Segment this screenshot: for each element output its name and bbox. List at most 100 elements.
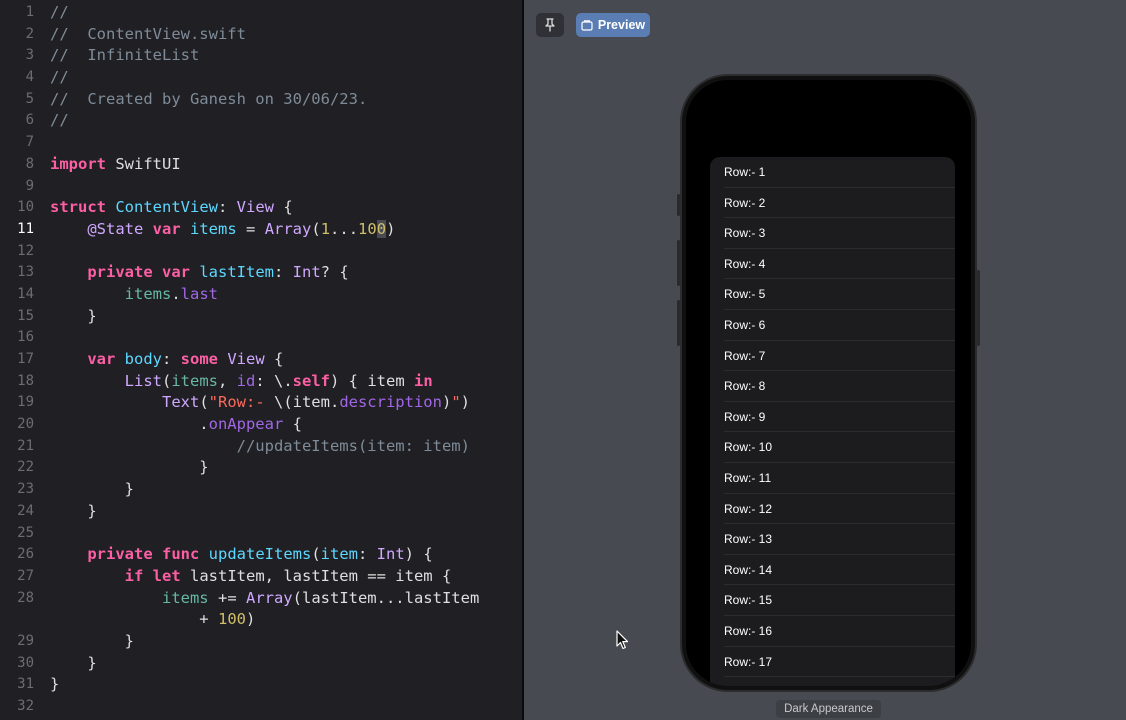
code-line[interactable]: 16 <box>0 327 522 349</box>
code-line[interactable]: 25 <box>0 523 522 545</box>
list-row[interactable]: Row:- 15 <box>710 585 955 616</box>
code-token: "Row:- <box>208 393 274 412</box>
list-row[interactable]: Row:- 1 <box>710 157 955 188</box>
code-line[interactable]: 32 <box>0 696 522 718</box>
code-line[interactable]: 18 List(items, id: \.self) { item in <box>0 371 522 393</box>
list-row[interactable]: Row:- 2 <box>710 188 955 219</box>
code-token: . <box>171 284 181 303</box>
code-token: private <box>87 545 153 564</box>
list-row[interactable]: Row:- 14 <box>710 555 955 586</box>
code-line[interactable]: 4 // <box>0 67 522 89</box>
code-text: Text("Row:- \(item.description)") <box>50 392 470 414</box>
line-number: 23 <box>17 481 34 498</box>
row-list[interactable]: Row:- 1 Row:- 2 Row:- 3 Row:- 4 Row:- 5 Row:-… <box>710 157 955 686</box>
pin-preview-button[interactable] <box>536 13 564 37</box>
line-number: 17 <box>17 351 34 367</box>
list-row[interactable]: Row:- 10 <box>710 432 955 463</box>
list-row[interactable]: Row:- 11 <box>710 463 955 494</box>
code-token: private <box>87 263 153 282</box>
mouse-cursor-icon <box>616 630 629 650</box>
list-row[interactable]: Row:- 13 <box>710 524 955 555</box>
code-line[interactable]: 5 // Created by Ganesh on 30/06/23. <box>0 89 522 111</box>
line-number: 29 <box>17 632 34 649</box>
code-token: 10 <box>358 219 377 238</box>
code-token: 1 <box>320 219 331 238</box>
code-token: : <box>218 198 237 217</box>
list-row[interactable]: Row:- 7 <box>710 341 955 372</box>
code-line[interactable]: 13 private var lastItem: Int? { <box>0 262 522 284</box>
code-text: items += Array(lastItem...lastItem <box>50 588 479 610</box>
list-row[interactable]: Row:- 3 <box>710 218 955 249</box>
code-text: var body: some View { <box>50 349 283 371</box>
appearance-label[interactable]: Dark Appearance <box>776 700 881 718</box>
line-number: 11 <box>17 220 34 237</box>
code-token: Text <box>161 393 200 412</box>
list-row[interactable]: Row:- 16 <box>710 616 955 647</box>
preview-mode-button[interactable]: Preview <box>576 13 650 37</box>
code-line[interactable]: 3 // InfiniteList <box>0 45 522 67</box>
code-line[interactable]: 24 } <box>0 501 522 523</box>
line-number: 30 <box>17 654 34 671</box>
code-line[interactable]: 19 Text("Row:- \(item.description)") <box>0 392 522 414</box>
code-line[interactable]: 11 @State var items = Array(1...100) <box>0 219 522 241</box>
list-row[interactable]: Row:- 17 <box>710 647 955 678</box>
code-line[interactable]: 22 } <box>0 457 522 479</box>
list-row[interactable]: Row:- 8 <box>710 371 955 402</box>
code-line[interactable]: 27 if let lastItem, lastItem == item { <box>0 566 522 588</box>
list-row[interactable]: Row:- 12 <box>710 494 955 525</box>
list-row[interactable]: Row:- 4 <box>710 249 955 280</box>
code-line[interactable]: 31} <box>0 674 522 696</box>
line-number: 7 <box>25 134 34 151</box>
code-text: private func updateItems(item: Int) { <box>50 544 433 566</box>
code-token: items <box>190 219 237 238</box>
code-line[interactable]: 29 } <box>0 631 522 653</box>
code-line[interactable]: 23 } <box>0 479 522 501</box>
code-line[interactable]: 17 var body: some View { <box>0 349 522 371</box>
code-line[interactable]: 15 } <box>0 306 522 328</box>
code-token: let <box>152 566 181 585</box>
code-text: if let lastItem, lastItem == item { <box>50 566 452 588</box>
code-line[interactable]: 6 // <box>0 110 522 132</box>
code-token: : <box>274 263 293 282</box>
code-line[interactable]: + 100) <box>0 609 522 631</box>
code-token: : <box>162 350 181 368</box>
code-token: Int <box>376 545 405 564</box>
list-row[interactable]: Row:- 5 <box>710 279 955 310</box>
code-line[interactable]: 30 } <box>0 653 522 675</box>
code-line[interactable]: 1 // <box>0 2 522 24</box>
device-screen: Row:- 1 Row:- 2 Row:- 3 Row:- 4 Row:- 5 Row:-… <box>686 80 971 686</box>
code-token: ) { <box>404 545 433 564</box>
code-line[interactable]: 28 items += Array(lastItem...lastItem <box>0 588 522 610</box>
code-text: } <box>50 674 59 696</box>
line-number: 12 <box>17 242 34 259</box>
preview-canvas: Preview Row:- 1 Row:- 2 Row:- 3 Row:- 4 Row:… <box>524 0 1126 720</box>
code-line[interactable]: 21 //updateItems(item: item) <box>0 436 522 458</box>
code-line[interactable]: 7 <box>0 132 522 154</box>
code-token: if <box>124 566 144 585</box>
code-line[interactable]: 8 import SwiftUI <box>0 154 522 176</box>
code-line[interactable]: 26 private func updateItems(item: Int) { <box>0 544 522 566</box>
list-row[interactable]: Row:- 9 <box>710 402 955 433</box>
code-lines[interactable]: 1 // 2 // ContentView.swift 3 // InfiniteList… <box>0 2 522 718</box>
code-line[interactable]: 9 <box>0 176 522 198</box>
code-line[interactable]: 14 items.last <box>0 284 522 306</box>
code-editor[interactable]: 1 // 2 // ContentView.swift 3 // InfiniteList… <box>0 0 522 720</box>
code-token: last <box>180 284 218 303</box>
code-token: } <box>50 653 97 672</box>
code-line[interactable]: 12 <box>0 241 522 263</box>
code-line[interactable]: 2 // ContentView.swift <box>0 24 522 46</box>
code-line[interactable]: 10 struct ContentView: View { <box>0 197 522 219</box>
code-token: ( <box>161 371 172 390</box>
list-row[interactable]: Row:- 6 <box>710 310 955 341</box>
code-line[interactable]: 20 .onAppear { <box>0 414 522 436</box>
action-button <box>677 194 680 216</box>
